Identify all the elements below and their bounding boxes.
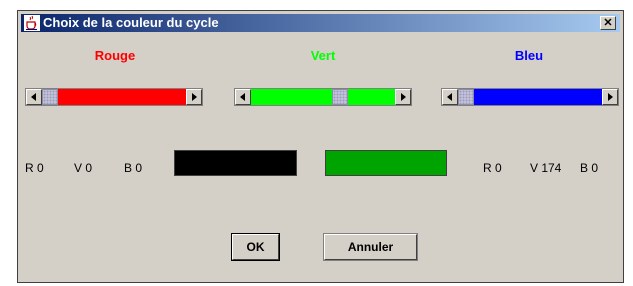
cancel-button[interactable]: Annuler xyxy=(323,233,418,261)
slider-vert-right-arrow[interactable] xyxy=(395,89,411,105)
close-icon: ✕ xyxy=(603,17,613,29)
current-g-value: V 174 xyxy=(530,161,562,175)
title-bar[interactable]: Choix de la couleur du cycle ✕ xyxy=(21,14,620,32)
slider-bleu-left-arrow[interactable] xyxy=(442,89,458,105)
slider-bleu-track[interactable] xyxy=(458,89,602,105)
close-button[interactable]: ✕ xyxy=(600,16,616,30)
previous-g-value: V 0 xyxy=(74,161,93,175)
slider-vert-track[interactable] xyxy=(251,89,395,105)
slider-rouge-thumb[interactable] xyxy=(42,89,58,105)
previous-r-value: R 0 xyxy=(25,161,44,175)
label-bleu: Bleu xyxy=(514,48,544,63)
label-rouge: Rouge xyxy=(94,48,136,63)
current-r-value: R 0 xyxy=(483,161,502,175)
slider-rouge[interactable] xyxy=(25,88,203,106)
java-cup-icon xyxy=(24,15,40,31)
slider-vert-left-arrow[interactable] xyxy=(235,89,251,105)
previous-color-swatch xyxy=(174,150,297,176)
current-color-swatch xyxy=(325,150,447,176)
window-title: Choix de la couleur du cycle xyxy=(43,15,219,30)
label-vert: Vert xyxy=(310,48,336,63)
color-dialog: Choix de la couleur du cycle ✕ Rouge Ver… xyxy=(17,10,624,283)
slider-bleu[interactable] xyxy=(441,88,619,106)
slider-bleu-right-arrow[interactable] xyxy=(602,89,618,105)
slider-rouge-left-arrow[interactable] xyxy=(26,89,42,105)
slider-rouge-right-arrow[interactable] xyxy=(186,89,202,105)
ok-button[interactable]: OK xyxy=(231,233,280,261)
slider-bleu-thumb[interactable] xyxy=(458,89,474,105)
current-b-value: B 0 xyxy=(580,161,599,175)
slider-vert[interactable] xyxy=(234,88,412,106)
slider-vert-thumb[interactable] xyxy=(332,89,348,105)
slider-rouge-track[interactable] xyxy=(42,89,186,105)
previous-b-value: B 0 xyxy=(124,161,143,175)
